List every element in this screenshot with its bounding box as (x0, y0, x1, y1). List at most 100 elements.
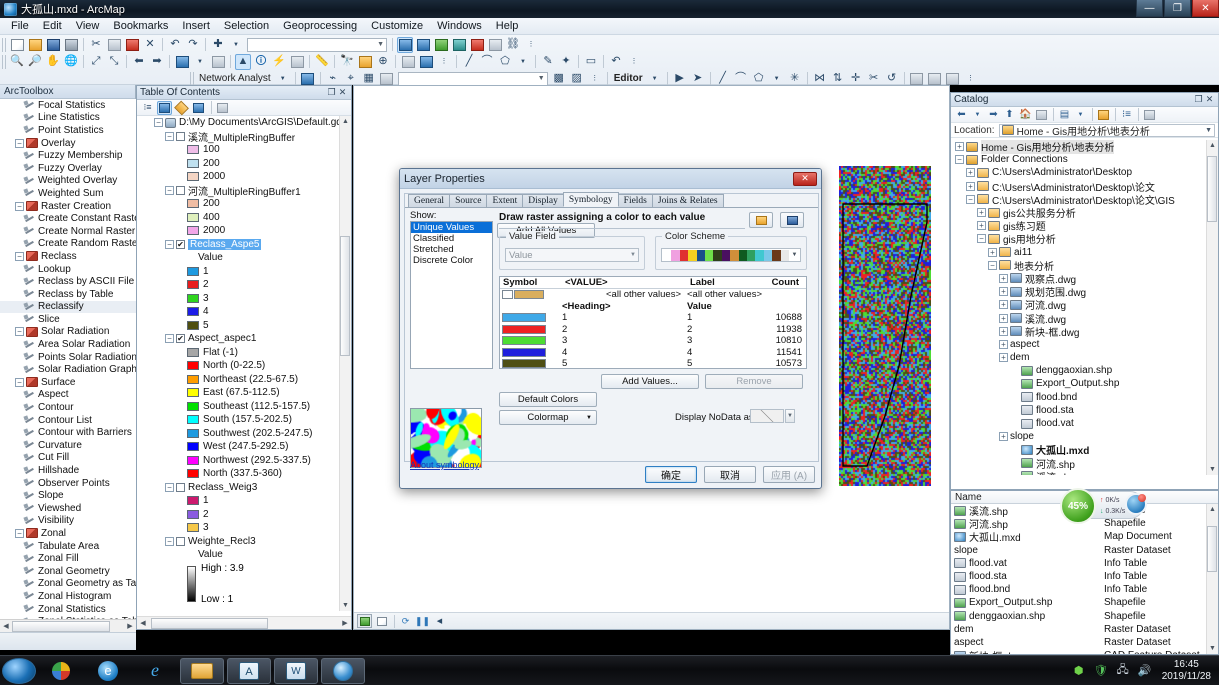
catalog-scroll-down-icon[interactable]: ▼ (1207, 464, 1218, 475)
chevron-down-icon[interactable]: ▼ (789, 252, 800, 258)
table-of-contents-icon[interactable] (415, 37, 431, 53)
toc-row[interactable]: − ✔ Reclass_Aspe5 (137, 238, 351, 252)
tab-joins-relates[interactable]: Joins & Relates (651, 194, 724, 207)
symbol-swatch[interactable] (187, 266, 199, 276)
toc-row[interactable]: 2 (137, 508, 351, 522)
select-dropdown-icon[interactable]: ▼ (192, 54, 208, 70)
tool-item[interactable]: Viewshed (0, 502, 136, 515)
catalog-back-dropdown-icon[interactable]: ▼ (970, 108, 985, 122)
catalog-up-one-level-icon[interactable]: ⬆ (1002, 108, 1017, 122)
catalog-row[interactable]: + aspect (951, 338, 1218, 351)
symbol-swatch[interactable] (187, 293, 199, 303)
arctoolbox-tree[interactable]: Focal Statistics Line Statistics Point Sta… (0, 99, 136, 632)
catalog-toggle-tree-icon[interactable]: ▤ (1057, 108, 1072, 122)
expander-icon[interactable]: + (988, 247, 997, 257)
symbol-cell[interactable] (500, 290, 606, 300)
catalog-item-description-icon[interactable] (1142, 108, 1157, 122)
toc-row[interactable]: 5 (137, 319, 351, 333)
expander-icon[interactable]: − (15, 377, 24, 387)
zoom-out-icon[interactable]: 🔎 (27, 54, 43, 70)
toc-row[interactable]: Southeast (112.5-157.5) (137, 400, 351, 414)
expander-icon[interactable]: + (977, 221, 986, 231)
toc-row[interactable]: 1 (137, 494, 351, 508)
full-extent-icon[interactable]: 🌐 (63, 54, 79, 70)
layer-visibility-checkbox[interactable] (176, 536, 185, 546)
symbol-cell[interactable] (500, 324, 562, 334)
label-cell[interactable]: 2 (687, 324, 762, 335)
toolbox-node[interactable]: − Overlay (0, 137, 136, 150)
symbology-row[interactable]: 3 3 10810 (500, 335, 806, 347)
symbology-row[interactable]: 1 1 10688 (500, 312, 806, 324)
label-cell[interactable]: 4 (687, 347, 762, 358)
fixed-zoom-out-icon[interactable]: ⤡ (106, 54, 122, 70)
redo-icon[interactable]: ↷ (185, 37, 201, 53)
draw-polygon-icon[interactable]: ⬠ (497, 54, 513, 70)
tools-overflow-icon[interactable]: ⋮ (436, 54, 452, 70)
arctoolbox-hscrollbar[interactable]: ◀ ▶ (0, 619, 136, 632)
tool-item[interactable]: Zonal Geometry (0, 565, 136, 578)
toc-row[interactable]: Northeast (22.5-67.5) (137, 373, 351, 387)
scroll-right-icon[interactable]: ▶ (124, 620, 136, 631)
expander-icon[interactable]: − (15, 251, 24, 261)
editor-overflow-icon[interactable]: ⋮ (963, 71, 979, 87)
go-to-xy-icon[interactable]: ⊕ (375, 54, 391, 70)
catalog-row[interactable]: + C:\Users\Administrator\Desktop\论文 (951, 180, 1218, 194)
tab-symbology[interactable]: Symbology (562, 192, 619, 207)
list-by-visibility-icon[interactable] (174, 100, 189, 115)
symbol-swatch[interactable] (187, 455, 199, 465)
chevron-down-icon[interactable]: ▼ (1205, 127, 1212, 134)
symbology-row[interactable]: 4 4 11541 (500, 347, 806, 359)
expander-icon[interactable]: − (15, 201, 24, 211)
toolbox-node[interactable]: − Surface (0, 376, 136, 389)
tool-item[interactable]: Area Solar Radiation (0, 338, 136, 351)
symbol-swatch[interactable] (187, 172, 199, 182)
toc-row[interactable]: Value (137, 548, 351, 562)
tool-item[interactable]: Create Constant Raste (0, 212, 136, 225)
symbol-swatch[interactable] (187, 509, 199, 519)
network-speed-widget[interactable]: 45% ↑ 0K/s ↓ 0.3K/s (1060, 488, 1147, 524)
symbol-swatch[interactable] (187, 145, 199, 155)
contents-list-item[interactable]: slope Raster Dataset (951, 544, 1206, 557)
toc-row[interactable]: − 河流_MultipleRingBuffer1 (137, 184, 351, 198)
symbol-swatch[interactable] (187, 496, 199, 506)
tray-security-icon[interactable]: 🛡 (1093, 663, 1109, 679)
catalog-row[interactable]: 溪流.shp (951, 470, 1218, 475)
expander-icon[interactable]: − (15, 327, 24, 337)
toolbar-overflow-icon[interactable]: ⋮ (523, 37, 539, 53)
contents-list-item[interactable]: Export_Output.shp Shapefile (951, 596, 1206, 609)
symbol-swatch[interactable] (187, 212, 199, 222)
symbol-swatch[interactable] (187, 469, 199, 479)
symbol-swatch[interactable] (502, 313, 546, 323)
expander-icon[interactable]: + (966, 181, 975, 191)
catalog-organize-icon[interactable]: ⁝≡ (1119, 108, 1134, 122)
catalog-tree[interactable]: + Home - Gis用地分析\地表分析 − Folder Connections +… (951, 140, 1218, 475)
label-cell[interactable]: 5 (687, 358, 762, 369)
expander-icon[interactable]: − (154, 118, 163, 128)
tray-network-icon[interactable]: 🖧 (1115, 663, 1131, 679)
contents-list-item[interactable]: 大孤山.mxd Map Document (951, 530, 1206, 544)
menu-help[interactable]: Help (489, 19, 526, 33)
toc-tree[interactable]: − D:\My Documents\ArcGIS\Default.gdb − 溪流_M… (137, 116, 351, 611)
catalog-row[interactable]: + dem (951, 351, 1218, 364)
editor-toolbar-icon[interactable] (397, 36, 413, 53)
tab-general[interactable]: General (408, 194, 451, 207)
taskbar-item-edge[interactable]: e (86, 658, 130, 684)
no-color-swatch[interactable] (502, 290, 513, 300)
toc-row[interactable]: Flat (-1) (137, 346, 351, 360)
layout-view-icon[interactable] (374, 614, 389, 628)
menu-view[interactable]: View (69, 19, 107, 33)
catalog-row[interactable]: Export_Output.shp (951, 377, 1218, 390)
catalog-row[interactable]: + 新块-框.dwg (951, 325, 1218, 339)
open-document-icon[interactable] (27, 37, 43, 53)
add-data-icon[interactable]: ✚ (210, 37, 226, 53)
catalog-row[interactable]: + Home - Gis用地分析\地表分析 (951, 140, 1218, 155)
toolbox-node[interactable]: − Zonal (0, 527, 136, 540)
expander-icon[interactable]: + (999, 432, 1008, 442)
close-button[interactable]: ✕ (1192, 0, 1219, 17)
expander-icon[interactable]: − (977, 234, 986, 244)
contents-list-vscrollbar[interactable]: ▲ ▼ (1206, 504, 1218, 654)
taskbar-clock[interactable]: 16:45 2019/11/28 (1162, 659, 1211, 683)
toolbar-grip-tools[interactable] (2, 54, 6, 69)
taskbar-item-autocad[interactable]: A (227, 657, 271, 684)
tool-item[interactable]: Zonal Histogram (0, 590, 136, 603)
